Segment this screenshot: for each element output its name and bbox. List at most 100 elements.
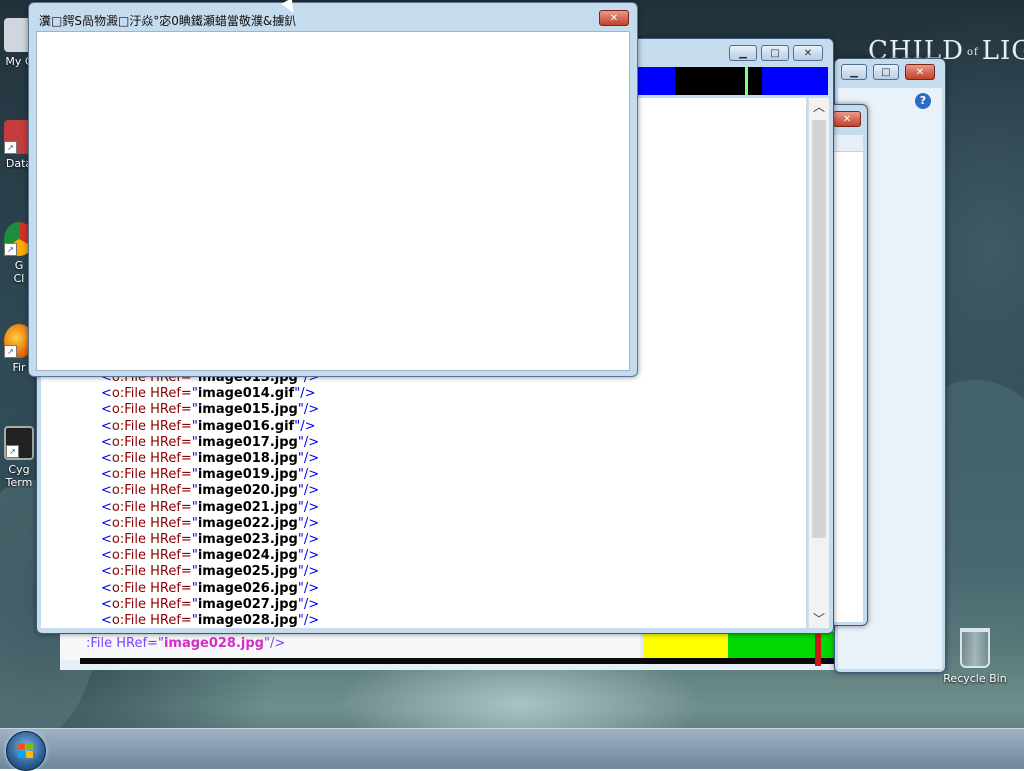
shortcut-arrow-icon: ↗ (6, 445, 19, 458)
xml-bracket: /> (303, 515, 320, 531)
xml-tag-name: o:File HRef= (111, 548, 192, 564)
xml-tag-name: o:File HRef= (111, 402, 192, 418)
minimize-button[interactable]: ▁ (841, 64, 867, 80)
xml-bracket: /> (303, 499, 320, 515)
xml-bracket: /> (303, 580, 320, 596)
xml-bracket: < (101, 418, 112, 434)
xml-bracket: /> (300, 386, 316, 402)
xml-line: <o:File HRef="image016.gif"/> (101, 419, 315, 434)
xml-attr-value: image018.jpg (197, 451, 298, 466)
xml-bracket: < (101, 467, 112, 483)
xml-tag-name: o:File HRef= (111, 596, 192, 612)
xml-line: <o:File HRef="image026.jpg"/> (101, 581, 319, 596)
xml-tag-name: o:File HRef= (111, 613, 192, 628)
xml-line: <o:File HRef="image021.jpg"/> (101, 500, 319, 515)
xml-tag-name: o:File HRef= (111, 564, 192, 580)
xml-attr-value: image028.jpg (197, 613, 298, 628)
xml-bracket: /> (303, 483, 320, 499)
xml-attr-value: image023.jpg (197, 532, 298, 547)
xml-bracket: < (101, 548, 112, 564)
recycle-bin-icon (960, 628, 990, 668)
windows-logo-icon (18, 743, 34, 759)
help-icon[interactable]: ? (915, 93, 931, 109)
xml-bracket: < (101, 564, 112, 580)
xml-bracket: < (101, 434, 112, 450)
scroll-down-arrow-icon[interactable]: ﹀ (809, 610, 829, 628)
dialog-client-area[interactable] (36, 31, 630, 371)
xml-tag-name: o:File HRef= (111, 467, 192, 483)
desktop: CHILDofLIGHT My C ↗ Data ↗ G Cl ↗ Fir ↗ … (0, 0, 1024, 768)
xml-tag-name: o:File HRef= (111, 386, 192, 402)
xml-attr-value: image020.jpg (197, 483, 298, 499)
garbled-title-dialog[interactable]: 瀵□鍔S咼物澱□汙焱°宓0睓鐵瀬蜡當敬濮&擄釟 ✕ (28, 2, 638, 377)
close-button[interactable]: ✕ (793, 45, 823, 61)
scroll-up-arrow-icon[interactable]: ︿ (809, 98, 829, 116)
close-button[interactable]: ✕ (833, 111, 861, 127)
ghost-xml-line: :File HRef="image028.jpg"/> (86, 636, 286, 651)
xml-tag-name: o:File HRef= (111, 418, 192, 434)
window-content (831, 137, 863, 622)
window-titlebar[interactable]: 瀵□鍔S咼物澱□汙焱°宓0睓鐵瀬蜡當敬濮&擄釟 ✕ (29, 3, 637, 31)
xml-bracket: < (101, 483, 112, 499)
xml-line: <o:File HRef="image024.jpg"/> (101, 548, 319, 563)
xml-tag-name: o:File HRef= (111, 483, 192, 499)
xml-tag-name: o:File HRef= (111, 515, 192, 531)
shortcut-arrow-icon: ↗ (4, 243, 17, 256)
maximize-button[interactable]: □ (761, 45, 789, 61)
xml-line: <o:File HRef="image028.jpg"/> (101, 613, 319, 628)
xml-line: <o:File HRef="image025.jpg"/> (101, 564, 319, 579)
close-button[interactable]: ✕ (599, 10, 629, 26)
xml-bracket: < (101, 451, 112, 466)
xml-bracket: < (101, 515, 112, 531)
xml-bracket: /> (303, 451, 320, 466)
xml-attr-value: image019.jpg (197, 467, 298, 483)
xml-bracket: < (101, 613, 112, 628)
xml-attr-value: image016.gif (197, 418, 295, 434)
color-strip-black (748, 67, 762, 95)
window-toolbar-band (831, 135, 863, 152)
xml-line: <o:File HRef="image018.jpg"/> (101, 451, 319, 466)
dialog-title: 瀵□鍔S咼物澱□汙焱°宓0睓鐵瀬蜡當敬濮&擄釟 (39, 14, 297, 28)
start-button[interactable] (6, 731, 46, 771)
desktop-icon-recycle-bin[interactable]: Recycle Bin (940, 628, 1010, 685)
xml-bracket: < (101, 580, 112, 596)
xml-line: <o:File HRef="image020.jpg"/> (101, 483, 319, 498)
minimize-button[interactable]: ▁ (729, 45, 757, 61)
xml-tag-name: o:File HRef= (111, 434, 192, 450)
xml-line: <o:File HRef="image017.jpg"/> (101, 435, 319, 450)
xml-tag-name: o:File HRef= (111, 532, 192, 547)
xml-line: <o:File HRef="image014.gif"/> (101, 386, 315, 401)
xml-line: <o:File HRef="image015.jpg"/> (101, 402, 319, 417)
xml-line: <o:File HRef="image019.jpg"/> (101, 467, 319, 482)
xml-bracket: < (101, 386, 112, 402)
vertical-scrollbar[interactable]: ︿ ﹀ (808, 98, 829, 628)
maximize-button[interactable]: □ (873, 64, 899, 80)
window-titlebar[interactable]: ▁ □ ✕ (835, 59, 945, 83)
xml-bracket: /> (303, 613, 320, 628)
xml-attr-value: image017.jpg (197, 434, 298, 450)
xml-attr-value: image026.jpg (197, 580, 298, 596)
xml-attr-value: image022.jpg (197, 515, 298, 531)
xml-bracket: /> (303, 467, 320, 483)
xml-bracket: /> (303, 434, 320, 450)
xml-bracket: /> (303, 532, 320, 547)
xml-tag-name: o:File HRef= (111, 451, 192, 466)
xml-bracket: /> (300, 418, 316, 434)
xml-bracket: < (101, 532, 112, 547)
color-strip-blue (635, 67, 675, 95)
xml-bracket: /> (303, 402, 320, 418)
xml-line: <o:File HRef="image022.jpg"/> (101, 516, 319, 531)
xml-bracket: < (101, 596, 112, 612)
shortcut-arrow-icon: ↗ (4, 141, 17, 154)
xml-attr-value: image027.jpg (197, 596, 298, 612)
color-strip-blue (762, 67, 828, 95)
scrollbar-thumb[interactable] (812, 120, 826, 538)
xml-attr-value: image025.jpg (197, 564, 298, 580)
close-button[interactable]: ✕ (905, 64, 935, 80)
background-window-middle[interactable]: ✕ (828, 104, 868, 626)
xml-tag-name: o:File HRef= (111, 499, 192, 515)
taskbar (0, 728, 1024, 769)
xml-bracket: < (101, 499, 112, 515)
xml-tag-name: o:File HRef= (111, 580, 192, 596)
xml-attr-value: image021.jpg (197, 499, 298, 515)
